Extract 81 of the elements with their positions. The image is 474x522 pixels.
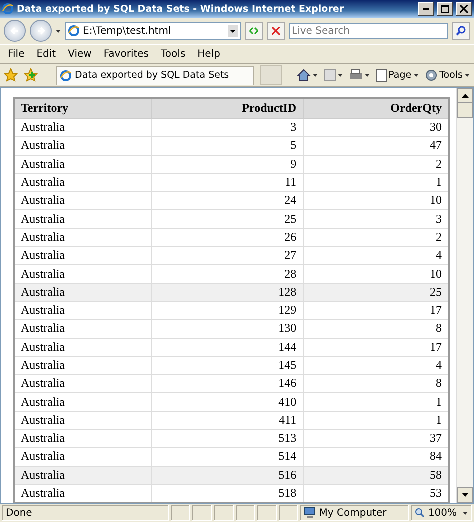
- home-icon[interactable]: [296, 68, 311, 82]
- right-arrow-icon: [36, 26, 46, 36]
- page-icon: [376, 68, 387, 82]
- close-button[interactable]: [456, 2, 472, 16]
- computer-icon: [304, 507, 316, 519]
- browser-logo-icon: [68, 25, 80, 37]
- table-cell: 25: [151, 210, 304, 228]
- status-pane: [236, 505, 256, 521]
- table-cell: 9: [151, 155, 304, 174]
- table-cell: Australia: [14, 448, 152, 466]
- table-cell: Australia: [14, 466, 152, 484]
- caret-icon[interactable]: [364, 74, 370, 76]
- table-cell: 28: [151, 264, 304, 284]
- search-field[interactable]: Live Search: [289, 23, 448, 39]
- table-cell: 130: [151, 320, 304, 338]
- browser-logo-icon: [2, 3, 14, 15]
- status-pane: [214, 505, 234, 521]
- table-cell: Australia: [14, 264, 152, 284]
- close-icon: [460, 5, 468, 13]
- command-menu[interactable]: Page: [388, 70, 412, 80]
- browser-logo-icon: [60, 70, 72, 82]
- status-text: Done: [2, 505, 169, 521]
- table-cell: 514: [151, 448, 304, 466]
- command-menu[interactable]: Tools: [440, 70, 463, 80]
- cross-icon: [272, 27, 280, 35]
- status-pane: [170, 505, 190, 521]
- caret-icon[interactable]: [312, 74, 318, 76]
- zoom-button[interactable]: 100%: [411, 505, 472, 521]
- column-header: ProductID: [151, 98, 304, 118]
- table-cell: 516: [151, 466, 304, 484]
- column-header: OrderQty: [303, 98, 449, 118]
- add-favorite-icon[interactable]: [24, 68, 38, 82]
- minimize-icon: [423, 8, 429, 10]
- down-arrow-icon: [462, 493, 468, 497]
- status-pane: [278, 505, 298, 521]
- table-cell: Australia: [14, 283, 152, 302]
- star-icon[interactable]: [4, 68, 18, 82]
- minimize-button[interactable]: [418, 2, 434, 16]
- status-pane: [257, 505, 277, 521]
- caret-icon[interactable]: [338, 74, 343, 76]
- table-cell: 144: [151, 338, 304, 356]
- table-cell: Australia: [14, 392, 152, 412]
- dropdown-icon[interactable]: [228, 25, 238, 37]
- caret-icon[interactable]: [56, 30, 61, 32]
- print-icon[interactable]: [348, 69, 363, 81]
- menu-item[interactable]: Favorites: [104, 48, 150, 60]
- search-button[interactable]: [452, 22, 470, 40]
- caret-icon[interactable]: [465, 74, 470, 76]
- maximize-icon: [441, 5, 449, 13]
- left-arrow-icon: [10, 26, 20, 36]
- caret-icon[interactable]: [414, 74, 419, 76]
- scrollbar[interactable]: [456, 88, 473, 503]
- table-cell: Australia: [14, 155, 152, 174]
- search-icon: [456, 26, 466, 36]
- table-cell: Australia: [14, 210, 152, 228]
- window-title: Data exported by SQL Data Sets - Windows Internet Explorer: [17, 4, 346, 14]
- maximize-button[interactable]: [437, 2, 453, 16]
- status-pane: [192, 505, 212, 521]
- address-field[interactable]: E:\Temp\test.html: [65, 22, 241, 40]
- browser-tab[interactable]: Data exported by SQL Data Sets: [56, 66, 254, 84]
- stop-button[interactable]: [267, 22, 285, 40]
- menu-item[interactable]: Help: [198, 48, 220, 60]
- up-arrow-icon: [462, 94, 468, 98]
- scrollbar-thumb[interactable]: [457, 102, 473, 118]
- table-cell: Australia: [14, 136, 152, 156]
- table-cell: 5: [151, 136, 304, 156]
- zoom-icon: [415, 508, 426, 518]
- arrows-icon: [249, 27, 259, 35]
- table-cell: 128: [151, 283, 304, 302]
- table-cell: Australia: [14, 320, 152, 338]
- menu-item[interactable]: File: [8, 48, 25, 60]
- menu-item[interactable]: View: [68, 48, 92, 60]
- menu-item[interactable]: Edit: [36, 48, 56, 60]
- table-cell: 410: [151, 392, 304, 412]
- zone-indicator: My Computer: [300, 505, 410, 521]
- table-cell: Australia: [14, 338, 152, 356]
- back-button[interactable]: [4, 20, 26, 42]
- menu-item[interactable]: Tools: [161, 48, 186, 60]
- caret-icon[interactable]: [463, 512, 468, 514]
- refresh-button[interactable]: [245, 22, 263, 40]
- column-header: Territory: [14, 98, 152, 118]
